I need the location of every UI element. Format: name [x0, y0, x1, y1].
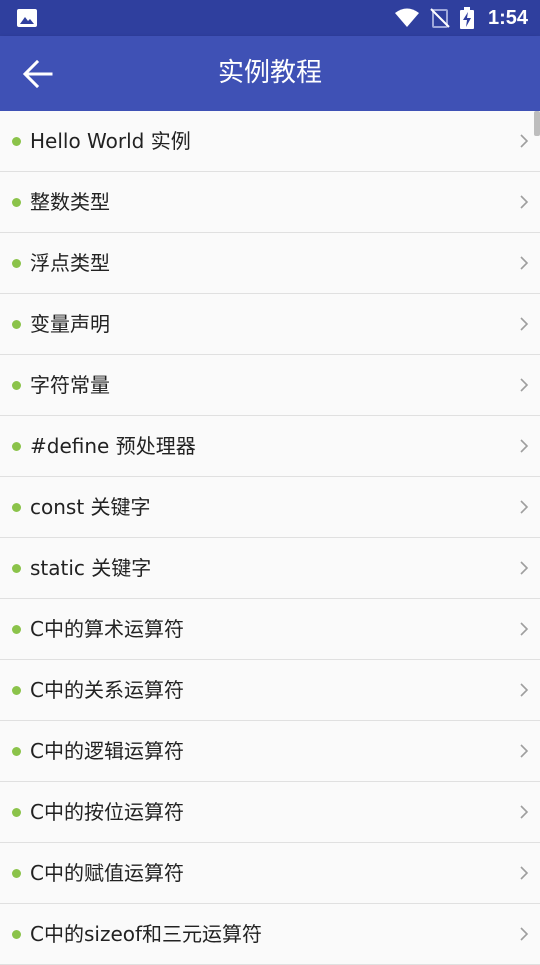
back-button[interactable]	[16, 52, 60, 96]
bullet-icon	[12, 869, 21, 878]
chevron-right-icon	[520, 866, 529, 880]
chevron-right-icon	[520, 683, 529, 697]
list-item[interactable]: 变量声明	[0, 294, 540, 355]
bullet-icon	[12, 808, 21, 817]
list-item[interactable]: static 关键字	[0, 538, 540, 599]
wifi-icon	[394, 8, 419, 27]
list-item-label: 浮点类型	[30, 251, 110, 275]
list-item-label: static 关键字	[30, 556, 152, 580]
status-time: 1:54	[487, 6, 528, 29]
chevron-right-icon	[520, 744, 529, 758]
chevron-right-icon	[520, 622, 529, 636]
list-item[interactable]: const 关键字	[0, 477, 540, 538]
list-item[interactable]: C中的算术运算符	[0, 599, 540, 660]
list-item[interactable]: C中的赋值运算符	[0, 843, 540, 904]
app-bar: 实例教程	[0, 36, 540, 111]
bullet-icon	[12, 503, 21, 512]
list-item[interactable]: 浮点类型	[0, 233, 540, 294]
list-item-label: C中的赋值运算符	[30, 861, 184, 885]
tutorial-list: Hello World 实例 整数类型 浮点类型 变量声明 字符常量 #defi…	[0, 111, 540, 965]
list-item-label: 字符常量	[30, 373, 110, 397]
list-item-label: C中的sizeof和三元运算符	[30, 922, 263, 946]
chevron-right-icon	[520, 256, 529, 270]
chevron-right-icon	[520, 561, 529, 575]
bullet-icon	[12, 381, 21, 390]
list-item-label: C中的关系运算符	[30, 678, 184, 702]
bullet-icon	[12, 320, 21, 329]
list-item[interactable]: C中的关系运算符	[0, 660, 540, 721]
chevron-right-icon	[520, 317, 529, 331]
bullet-icon	[12, 259, 21, 268]
chevron-right-icon	[520, 134, 529, 148]
bullet-icon	[12, 747, 21, 756]
chevron-right-icon	[520, 500, 529, 514]
bullet-icon	[12, 930, 21, 939]
list-item-label: C中的算术运算符	[30, 617, 184, 641]
status-bar: 1:54	[0, 0, 540, 36]
battery-charging-icon	[459, 7, 474, 29]
list-item[interactable]: C中的按位运算符	[0, 782, 540, 843]
chevron-right-icon	[520, 378, 529, 392]
list-item[interactable]: 整数类型	[0, 172, 540, 233]
bullet-icon	[12, 198, 21, 207]
list-item-label: C中的按位运算符	[30, 800, 184, 824]
bullet-icon	[12, 442, 21, 451]
image-notification-icon	[17, 9, 37, 27]
chevron-right-icon	[520, 195, 529, 209]
chevron-right-icon	[520, 439, 529, 453]
chevron-right-icon	[520, 927, 529, 941]
list-item[interactable]: #define 预处理器	[0, 416, 540, 477]
list-item-label: Hello World 实例	[30, 129, 191, 153]
chevron-right-icon	[520, 805, 529, 819]
scrollbar[interactable]	[534, 111, 540, 136]
no-signal-icon	[430, 8, 450, 28]
list-item-label: #define 预处理器	[30, 434, 196, 458]
list-item-label: const 关键字	[30, 495, 151, 519]
list-item-label: C中的逻辑运算符	[30, 739, 184, 763]
bullet-icon	[12, 137, 21, 146]
bullet-icon	[12, 625, 21, 634]
list-item-label: 变量声明	[30, 312, 110, 336]
list-item[interactable]: Hello World 实例	[0, 111, 540, 172]
list-item[interactable]: C中的sizeof和三元运算符	[0, 904, 540, 965]
list-item-label: 整数类型	[30, 190, 110, 214]
page-title: 实例教程	[217, 58, 322, 88]
bullet-icon	[12, 564, 21, 573]
arrow-left-icon	[22, 59, 53, 89]
list-item[interactable]: 字符常量	[0, 355, 540, 416]
bullet-icon	[12, 686, 21, 695]
list-item[interactable]: C中的逻辑运算符	[0, 721, 540, 782]
